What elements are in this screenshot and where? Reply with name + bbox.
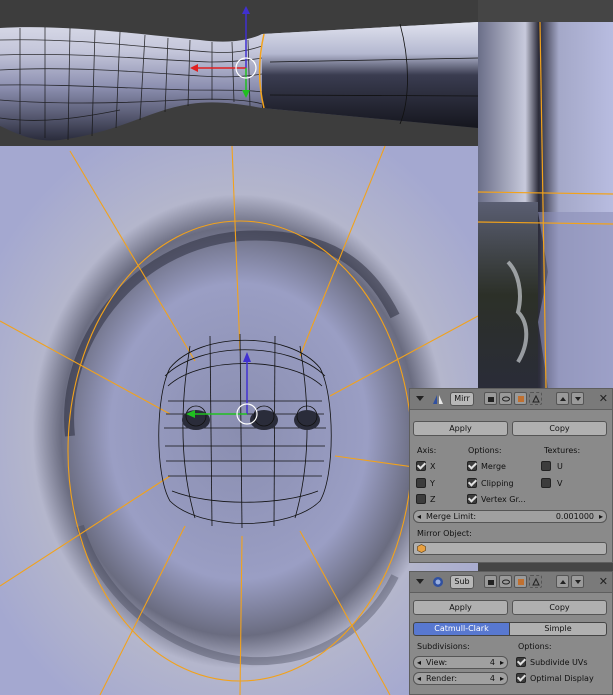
merge-label: Merge [481, 462, 506, 471]
decrement-arrow-icon[interactable]: ◂ [417, 673, 421, 684]
mirror-object-label: Mirror Object: [417, 529, 472, 538]
merge-limit-field[interactable]: ◂ Merge Limit: 0.001000 ▸ [413, 510, 607, 523]
view-levels-label: View: [426, 658, 448, 667]
render-toggle-icon[interactable] [484, 575, 497, 588]
cage-toggle-icon[interactable] [529, 392, 542, 405]
subsurf-apply-button[interactable]: Apply [413, 600, 508, 615]
optimal-display-label: Optimal Display [530, 674, 594, 683]
viewport-toggle-icon[interactable] [499, 575, 512, 588]
axis-x-checkbox[interactable] [416, 461, 426, 471]
mirror-modifier-icon [432, 393, 444, 405]
texture-u-checkbox[interactable] [541, 461, 551, 471]
editmode-toggle-icon[interactable] [514, 575, 527, 588]
optimal-display-checkbox[interactable] [516, 673, 526, 683]
axis-y-checkbox[interactable] [416, 478, 426, 488]
texture-u-label: U [557, 462, 563, 471]
subdivide-uvs-checkbox[interactable] [516, 657, 526, 667]
move-down-icon[interactable] [571, 392, 584, 405]
editmode-toggle-icon[interactable] [514, 392, 527, 405]
increment-arrow-icon[interactable]: ▸ [500, 673, 504, 684]
mirror-copy-button[interactable]: Copy [512, 421, 607, 436]
textures-heading: Textures: [544, 446, 581, 455]
move-up-icon[interactable] [556, 575, 569, 588]
subsurf-modifier-header: Sub ✕ [410, 572, 612, 593]
collapse-triangle-icon[interactable] [416, 579, 424, 584]
view-levels-field[interactable]: ◂ View: 4 ▸ [413, 656, 508, 669]
render-levels-value: 4 [489, 674, 495, 683]
mirror-object-field[interactable] [413, 542, 607, 555]
view-levels-value: 4 [489, 658, 495, 667]
cage-toggle-icon[interactable] [529, 575, 542, 588]
object-cube-icon [417, 544, 426, 556]
mirror-apply-button[interactable]: Apply [413, 421, 508, 436]
subsurf-modifier-icon [432, 576, 444, 588]
clipping-checkbox[interactable] [467, 478, 477, 488]
clipping-label: Clipping [481, 479, 514, 488]
render-levels-field[interactable]: ◂ Render: 4 ▸ [413, 672, 508, 685]
mirror-modifier-panel: Mirr ✕ Apply Copy Axis: Options: Texture… [409, 388, 613, 563]
subsurf-copy-button[interactable]: Copy [512, 600, 607, 615]
mirror-modifier-name-field[interactable]: Mirr [450, 392, 474, 406]
decrement-arrow-icon[interactable]: ◂ [417, 511, 421, 522]
merge-limit-value: 0.001000 [555, 512, 594, 521]
axis-x-label: X [430, 462, 436, 471]
render-levels-label: Render: [426, 674, 458, 683]
viewport-side[interactable] [0, 0, 478, 146]
merge-checkbox[interactable] [467, 461, 477, 471]
texture-v-checkbox[interactable] [541, 478, 551, 488]
texture-v-label: V [557, 479, 563, 488]
subsurf-modifier-name-field[interactable]: Sub [450, 575, 474, 589]
viewport-toggle-icon[interactable] [499, 392, 512, 405]
axis-z-label: Z [430, 495, 436, 504]
collapse-triangle-icon[interactable] [416, 396, 424, 401]
vertex-groups-checkbox[interactable] [467, 494, 477, 504]
render-toggle-icon[interactable] [484, 392, 497, 405]
subsurf-options-heading: Options: [518, 642, 552, 651]
axis-z-checkbox[interactable] [416, 494, 426, 504]
options-heading: Options: [468, 446, 502, 455]
remove-modifier-close-icon[interactable]: ✕ [599, 392, 608, 405]
tab-simple[interactable]: Simple [509, 622, 607, 636]
decrement-arrow-icon[interactable]: ◂ [417, 657, 421, 668]
viewport-detail[interactable] [478, 22, 613, 388]
tab-catmull-clark[interactable]: Catmull-Clark [413, 622, 510, 636]
axis-y-label: Y [430, 479, 435, 488]
remove-modifier-close-icon[interactable]: ✕ [599, 575, 608, 588]
subdivide-uvs-label: Subdivide UVs [530, 658, 588, 667]
subsurf-modifier-panel: Sub ✕ Apply Copy Catmull-Clark Simple Su… [409, 571, 613, 695]
mirror-modifier-header: Mirr ✕ [410, 389, 612, 410]
move-up-icon[interactable] [556, 392, 569, 405]
increment-arrow-icon[interactable]: ▸ [500, 657, 504, 668]
merge-limit-label: Merge Limit: [426, 512, 477, 521]
increment-arrow-icon[interactable]: ▸ [599, 511, 603, 522]
vertex-groups-label: Vertex Gr... [481, 495, 526, 504]
move-down-icon[interactable] [571, 575, 584, 588]
axis-heading: Axis: [417, 446, 437, 455]
subdivisions-heading: Subdivisions: [417, 642, 470, 651]
viewport-front[interactable] [0, 146, 478, 695]
